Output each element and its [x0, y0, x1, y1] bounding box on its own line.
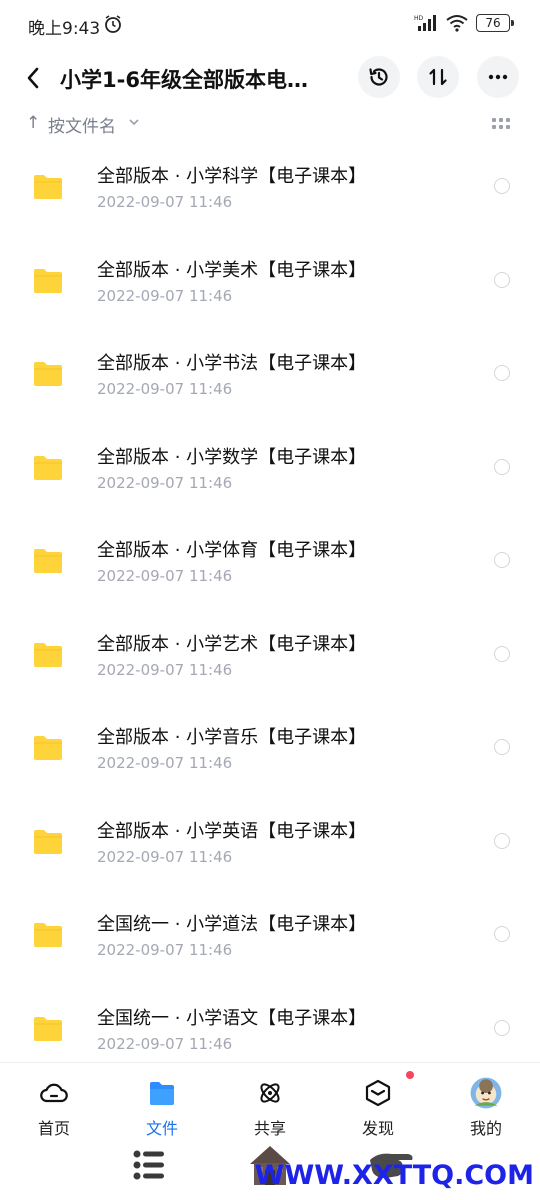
status-bar: 晚上9:43 HD 76	[0, 0, 540, 50]
select-radio[interactable]	[494, 1019, 510, 1036]
notification-dot	[406, 1071, 414, 1079]
sort-bar[interactable]: ↑ 按文件名	[0, 110, 540, 138]
nav-home-label: 首页	[37, 1119, 70, 1138]
folder-icon	[34, 455, 62, 480]
select-radio[interactable]	[494, 739, 510, 755]
file-date: 2022-09-07 11:46	[97, 193, 233, 211]
nav-discover[interactable]: 发现	[338, 1071, 418, 1139]
avatar	[470, 1077, 502, 1109]
back-arrow-icon[interactable]	[22, 64, 46, 92]
history-button[interactable]	[358, 56, 400, 98]
bottom-nav: 首页 文件 共享 发现 我的	[0, 1062, 540, 1140]
file-name: 全国统一 · 小学语文【电子课本】	[97, 1007, 367, 1029]
select-radio[interactable]	[494, 926, 510, 942]
signal-icon: HD	[414, 15, 436, 31]
nav-files[interactable]: 文件	[122, 1079, 202, 1139]
sort-button[interactable]	[417, 56, 459, 98]
folder-icon	[34, 736, 62, 760]
nav-discover-label: 发现	[361, 1119, 394, 1138]
file-name: 全国统一 · 小学道法【电子课本】	[97, 914, 367, 935]
select-radio[interactable]	[494, 458, 510, 475]
nav-me[interactable]: 我的	[446, 1077, 526, 1139]
file-date: 2022-09-07 11:46	[97, 567, 233, 585]
list-item[interactable]: 全部版本 · 小学艺术【电子课本】 2022-09-07 11:46	[0, 608, 540, 702]
wifi-icon	[446, 15, 468, 32]
file-name: 全部版本 · 小学体育【电子课本】	[97, 540, 367, 561]
file-name: 全部版本 · 小学数学【电子课本】	[97, 446, 367, 468]
file-date: 2022-09-07 11:46	[97, 380, 233, 398]
chevron-down-icon	[129, 119, 139, 126]
select-radio[interactable]	[494, 271, 510, 288]
file-date: 2022-09-07 11:46	[97, 754, 233, 772]
list-item[interactable]: 全部版本 · 小学体育【电子课本】 2022-09-07 11:46	[0, 514, 540, 608]
folder-icon	[34, 923, 62, 947]
file-date: 2022-09-07 11:46	[97, 286, 233, 305]
folder-icon	[34, 549, 62, 573]
list-item[interactable]: 全部版本 · 小学音乐【电子课本】 2022-09-07 11:46	[0, 701, 540, 795]
sort-order-icon	[429, 68, 447, 86]
atom-share-icon	[260, 1083, 280, 1103]
file-name: 全部版本 · 小学美术【电子课本】	[97, 259, 367, 281]
folder-icon	[34, 268, 62, 293]
list-item[interactable]: 全部版本 · 小学科学【电子课本】 2022-09-07 11:46	[0, 140, 540, 234]
file-name: 全部版本 · 小学音乐【电子课本】	[97, 727, 367, 748]
select-radio[interactable]	[494, 365, 510, 381]
list-item[interactable]: 全部版本 · 小学数学【电子课本】 2022-09-07 11:46	[0, 421, 540, 515]
alarm-icon	[105, 15, 121, 33]
list-item[interactable]: 全部版本 · 小学英语【电子课本】 2022-09-07 11:46	[0, 795, 540, 889]
header: 小学1-6年级全部版本电…	[0, 54, 540, 102]
file-name: 全部版本 · 小学英语【电子课本】	[97, 820, 367, 842]
nav-home[interactable]: 首页	[14, 1079, 94, 1139]
list-item[interactable]: 全国统一 · 小学道法【电子课本】 2022-09-07 11:46	[0, 888, 540, 982]
history-icon	[369, 68, 388, 86]
file-date: 2022-09-07 11:46	[97, 847, 233, 866]
sort-label: 按文件名	[48, 117, 116, 137]
file-date: 2022-09-07 11:46	[97, 941, 233, 959]
nav-share[interactable]: 共享	[230, 1079, 310, 1139]
folder-icon	[34, 642, 62, 667]
cloud-home-icon	[40, 1083, 68, 1103]
select-radio[interactable]	[494, 645, 510, 662]
folder-icon	[150, 1082, 174, 1105]
folder-icon	[34, 362, 62, 386]
file-name: 全部版本 · 小学科学【电子课本】	[97, 166, 367, 187]
file-name: 全部版本 · 小学艺术【电子课本】	[97, 633, 367, 655]
sort-direction-icon: ↑	[26, 113, 41, 133]
status-time: 晚上9:43	[28, 19, 101, 39]
nav-files-label: 文件	[145, 1119, 178, 1138]
system-nav-bar: WWW.XXTTQ.COM	[0, 1140, 540, 1200]
nav-me-label: 我的	[469, 1119, 502, 1138]
status-icons: HD 76	[414, 14, 514, 32]
folder-icon	[34, 175, 62, 199]
select-radio[interactable]	[494, 832, 510, 849]
cube-discover-icon	[365, 1079, 391, 1107]
more-button[interactable]	[477, 56, 519, 98]
file-date: 2022-09-07 11:46	[97, 473, 233, 492]
select-radio[interactable]	[494, 552, 510, 568]
page-title: 小学1-6年级全部版本电…	[60, 68, 308, 92]
folder-icon	[34, 829, 62, 854]
file-list: 全部版本 · 小学科学【电子课本】 2022-09-07 11:46 全部版本 …	[0, 140, 540, 1075]
folder-icon	[34, 1016, 62, 1041]
list-item[interactable]: 全国统一 · 小学语文【电子课本】 2022-09-07 11:46	[0, 982, 540, 1076]
list-item[interactable]: 全部版本 · 小学美术【电子课本】 2022-09-07 11:46	[0, 234, 540, 328]
nav-share-label: 共享	[253, 1119, 286, 1138]
list-item[interactable]: 全部版本 · 小学书法【电子课本】 2022-09-07 11:46	[0, 327, 540, 421]
grid-view-icon[interactable]	[492, 118, 510, 130]
select-radio[interactable]	[494, 178, 510, 194]
file-name: 全部版本 · 小学书法【电子课本】	[97, 353, 367, 374]
battery-indicator: 76	[476, 14, 514, 32]
menu-list-icon[interactable]	[132, 1146, 166, 1184]
file-date: 2022-09-07 11:46	[97, 1034, 233, 1053]
svg-text:HD: HD	[414, 15, 424, 22]
file-date: 2022-09-07 11:46	[97, 660, 233, 679]
watermark-text: WWW.XXTTQ.COM	[254, 1160, 534, 1191]
more-dots-icon	[488, 74, 508, 80]
